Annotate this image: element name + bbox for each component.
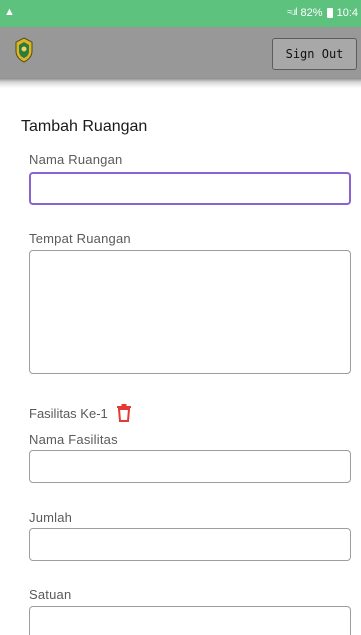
app-bar: Sign Out [0, 27, 361, 78]
facility-name-label: Nama Fasilitas [29, 432, 118, 447]
quantity-label: Jumlah [29, 510, 73, 525]
shield-emblem-icon[interactable] [14, 37, 34, 63]
app-bar-shadow [0, 78, 361, 88]
battery-percent: 82% [300, 7, 323, 19]
room-place-textarea[interactable] [30, 251, 350, 373]
room-name-field[interactable] [29, 172, 351, 205]
trash-icon[interactable] [116, 404, 132, 422]
facility-name-field[interactable] [29, 450, 351, 483]
facility-header: Fasilitas Ke-1 [29, 404, 132, 422]
unit-input[interactable] [30, 607, 350, 635]
form-title: Tambah Ruangan [21, 118, 148, 135]
unit-label: Satuan [29, 587, 72, 602]
facility-name-input[interactable] [30, 451, 350, 482]
room-name-label: Nama Ruangan [29, 152, 123, 167]
battery-icon [326, 8, 333, 18]
unit-field[interactable] [29, 606, 351, 635]
warning-triangle-icon: ▲ [4, 6, 15, 18]
sign-out-button[interactable]: Sign Out [272, 38, 357, 70]
status-bar: ▲ ≈.ıl 82% 10:4 [0, 0, 361, 27]
room-place-label: Tempat Ruangan [29, 231, 131, 246]
room-place-field[interactable] [29, 250, 351, 374]
wifi-signal-icon: ≈.ıl [287, 7, 297, 18]
facility-heading: Fasilitas Ke-1 [29, 405, 108, 421]
room-name-input[interactable] [31, 174, 349, 203]
quantity-input[interactable] [30, 529, 350, 560]
status-right: ≈.ıl 82% 10:4 [287, 7, 358, 19]
clock: 10:4 [336, 7, 358, 19]
quantity-field[interactable] [29, 528, 351, 561]
